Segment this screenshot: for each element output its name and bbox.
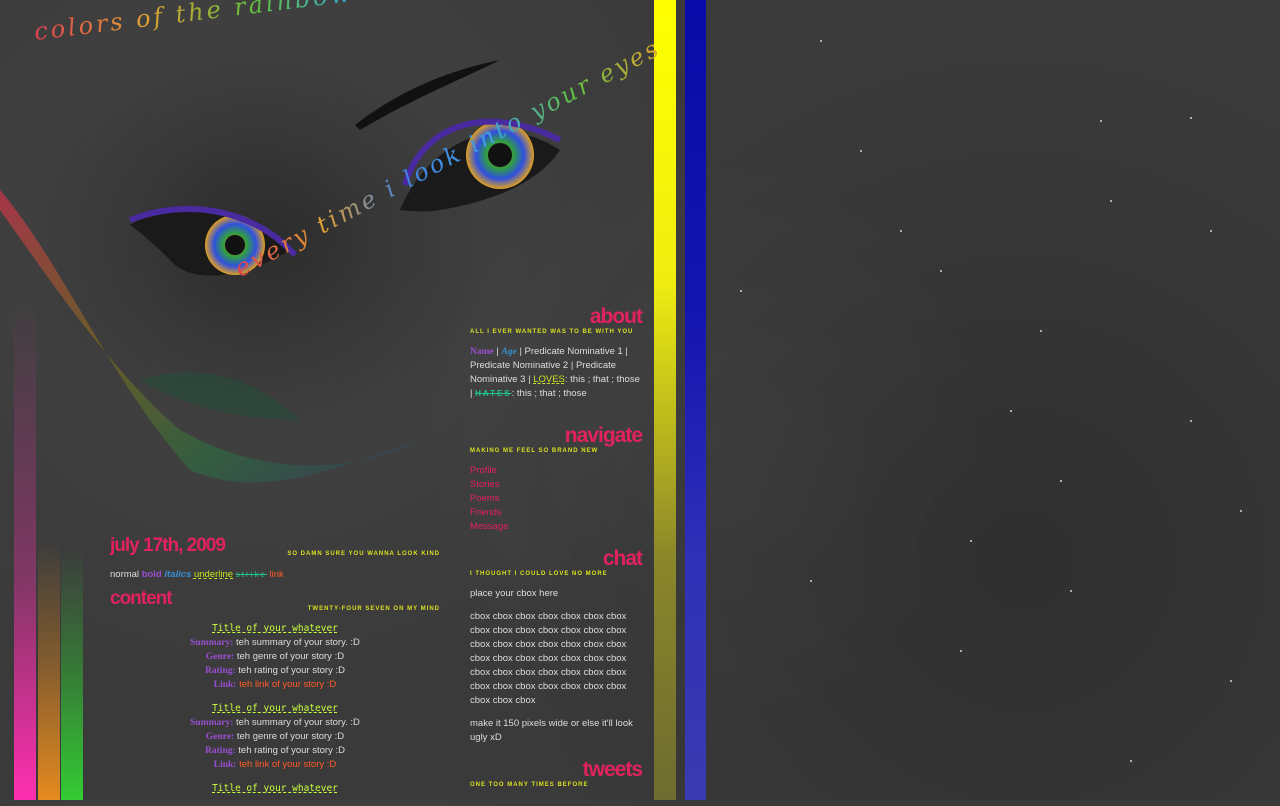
- story-summary: teh summary of your story. :D: [236, 717, 360, 728]
- chat-placeholder: place your cbox here: [470, 588, 559, 599]
- format-bold: bold: [141, 569, 162, 580]
- story-title: Title of your whatever: [212, 783, 338, 794]
- nav-link-message[interactable]: Message: [470, 520, 642, 534]
- chat-note: make it 150 pixels wide or else it'll lo…: [470, 718, 633, 743]
- story-link-row: Link: teh link of your story :D: [110, 678, 440, 692]
- story-entry: Title of your whatever Summary: teh summ…: [110, 702, 440, 772]
- about-title: about: [589, 305, 643, 328]
- story-genre: teh genre of your story :D: [236, 731, 345, 742]
- about-hates-label: HATES: [475, 389, 512, 398]
- story-summary-label: Summary:: [190, 718, 234, 728]
- about-text: Name | Age | Predicate Nominative 1 | Pr…: [470, 345, 642, 401]
- story-link-row: Link: teh link of your story :D: [110, 758, 440, 772]
- tweets-title: tweets: [582, 758, 643, 781]
- story-genre-row: Genre: teh genre of your story :D: [110, 650, 440, 664]
- story-genre: teh genre of your story :D: [236, 651, 345, 662]
- format-italics: italics: [164, 569, 192, 580]
- yellow-color-bar: [654, 0, 676, 800]
- story-rating: teh rating of your story :D: [238, 745, 345, 756]
- story-rating-row: Rating: teh rating of your story :D: [110, 744, 440, 758]
- tweets-section: tweets ONE TOO MANY TIMES BEFORE: [470, 758, 643, 789]
- format-strike: strike: [235, 570, 267, 579]
- story-link-label: Link:: [213, 680, 237, 690]
- about-age: Age: [501, 347, 517, 357]
- about-loves-label: LOVES: [533, 374, 565, 385]
- story-title: Title of your whatever: [212, 703, 338, 714]
- format-underline: underline: [193, 569, 234, 580]
- navigate-subtitle: MAKING ME FEEL SO BRAND NEW: [470, 448, 599, 454]
- nav-list: Profile Stories Poems Friends Message: [470, 464, 642, 534]
- about-hates-text: : this ; that ; those: [511, 388, 587, 399]
- tweets-subtitle: ONE TOO MANY TIMES BEFORE: [470, 782, 589, 788]
- story-summary: teh summary of your story. :D: [236, 637, 360, 648]
- story-entry: Title of your whatever: [110, 782, 440, 796]
- nav-link-profile[interactable]: Profile: [470, 464, 642, 478]
- story-rating: teh rating of your story :D: [238, 665, 345, 676]
- story-rating-label: Rating:: [205, 666, 236, 676]
- format-link[interactable]: link: [269, 569, 283, 580]
- about-name: Name: [470, 347, 494, 357]
- story-summary-row: Summary: teh summary of your story. :D: [110, 716, 440, 730]
- green-color-bar: [61, 550, 83, 800]
- story-link-label: Link:: [213, 760, 237, 770]
- chat-title: chat: [602, 547, 643, 570]
- story-link[interactable]: teh link of your story :D: [239, 679, 336, 690]
- story-summary-row: Summary: teh summary of your story. :D: [110, 636, 440, 650]
- navigate-title: navigate: [564, 424, 643, 447]
- nav-link-stories[interactable]: Stories: [470, 478, 642, 492]
- story-genre-label: Genre:: [205, 652, 235, 662]
- format-normal: normal: [110, 569, 140, 580]
- story-genre-label: Genre:: [205, 732, 235, 742]
- chat-box: place your cbox here cbox cbox cbox cbox…: [470, 587, 642, 745]
- nav-link-friends[interactable]: Friends: [470, 506, 642, 520]
- story-title: Title of your whatever: [212, 623, 338, 634]
- format-sample-row: normal bold italics underline strike lin…: [110, 569, 440, 580]
- sidebar: about ALL I EVER WANTED WAS TO BE WITH Y…: [470, 305, 643, 802]
- blue-color-bar: [685, 0, 706, 800]
- nav-link-poems[interactable]: Poems: [470, 492, 642, 506]
- story-rating-label: Rating:: [205, 746, 236, 756]
- about-section: about ALL I EVER WANTED WAS TO BE WITH Y…: [470, 305, 643, 401]
- story-entry: Title of your whatever Summary: teh summ…: [110, 622, 440, 692]
- about-subtitle: ALL I EVER WANTED WAS TO BE WITH YOU: [470, 329, 634, 335]
- navigate-section: navigate MAKING ME FEEL SO BRAND NEW Pro…: [470, 424, 643, 534]
- main-content: july 17th, 2009 SO DAMN SURE YOU WANNA L…: [110, 535, 440, 806]
- story-link[interactable]: teh link of your story :D: [239, 759, 336, 770]
- chat-subtitle: I THOUGHT I COULD LOVE NO MORE: [470, 571, 608, 577]
- story-summary-label: Summary:: [190, 638, 234, 648]
- chat-section: chat I THOUGHT I COULD LOVE NO MORE plac…: [470, 547, 643, 745]
- orange-color-bar: [38, 540, 60, 800]
- chat-cbox: cbox cbox cbox cbox cbox cbox cbox cbox …: [470, 611, 627, 706]
- story-genre-row: Genre: teh genre of your story :D: [110, 730, 440, 744]
- story-rating-row: Rating: teh rating of your story :D: [110, 664, 440, 678]
